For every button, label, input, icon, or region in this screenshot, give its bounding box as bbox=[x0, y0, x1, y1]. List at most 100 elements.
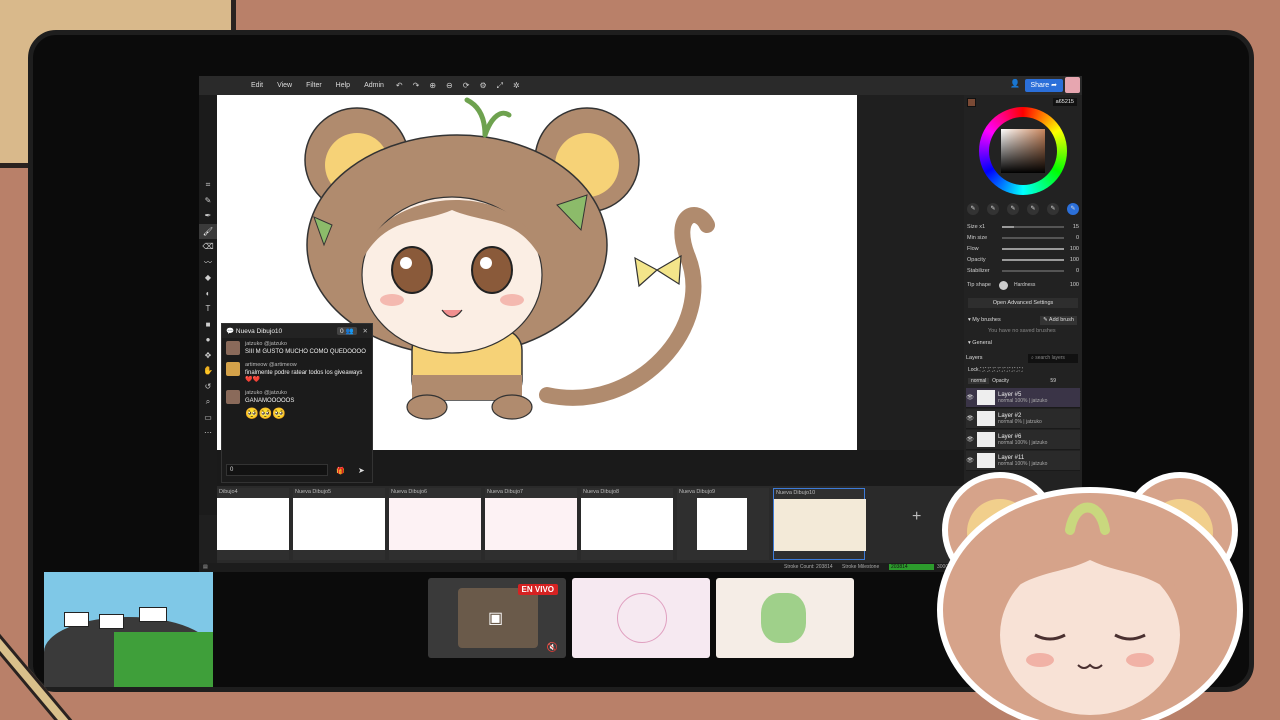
eye-icon[interactable]: 👁 bbox=[966, 394, 974, 401]
close-icon[interactable]: ✕ bbox=[363, 327, 368, 335]
brush-preset-icon[interactable]: ✎ bbox=[1067, 203, 1079, 215]
layers-search-input[interactable]: ⌕ search layers bbox=[1028, 354, 1078, 363]
send-icon[interactable]: ➤ bbox=[358, 466, 365, 475]
brush-preset-icon[interactable]: ✎ bbox=[1027, 203, 1039, 215]
drawing-thumbnail[interactable]: Nueva Dibujo6 bbox=[389, 488, 481, 560]
rectangle-icon[interactable]: ■ bbox=[199, 317, 217, 333]
eraser-icon[interactable]: ⌫ bbox=[199, 239, 217, 255]
settings-icon[interactable]: ⚙ bbox=[474, 81, 491, 90]
flow-slider[interactable]: Flow 100 bbox=[967, 244, 1079, 254]
drawing-thumbnail[interactable]: Nueva Dibujo8 bbox=[581, 488, 673, 560]
drawing-thumbnail[interactable]: Nueva Dibujo5 bbox=[293, 488, 385, 560]
layer-opacity-value[interactable]: 59 bbox=[1050, 378, 1056, 384]
stroke-count: Stroke Count: 203814 bbox=[784, 564, 833, 570]
layer-thumbnail bbox=[977, 432, 995, 447]
chat-emojis: 🥺🥺🥺 bbox=[245, 408, 287, 420]
smudge-icon[interactable]: 〰 bbox=[199, 255, 217, 271]
general-section[interactable]: ▾ General bbox=[968, 338, 1078, 348]
tool-sidebar: ⌗ ✎ ✒ 🖌 ⌫ 〰 ◆ ◐ T ■ ● ✥ ✋ ↺ ⌕ ▭ ⋯ bbox=[199, 95, 217, 515]
stroke-milestone-label: Stroke Milestone bbox=[842, 564, 880, 570]
blend-mode-select[interactable]: normal bbox=[968, 378, 990, 384]
brush-preset-icon[interactable]: ✎ bbox=[1047, 203, 1059, 215]
drawing-thumbnail-selected[interactable]: Nueva Dibujo10 bbox=[773, 488, 866, 560]
menu-view[interactable]: View bbox=[270, 82, 299, 89]
open-advanced-settings-button[interactable]: Open Advanced Settings bbox=[968, 298, 1078, 308]
chat-panel: 💬 Nueva Dibujo10 0 👥 ✕ jatzuko @jatzuko … bbox=[221, 323, 373, 483]
brush-preset-icon[interactable]: ✎ bbox=[987, 203, 999, 215]
layer-lock-row[interactable]: Lock ⛶ ⛶ ⛶ ⛶ ⛶ ⛶ ⛶ ⛶ ⛶ bbox=[968, 365, 1078, 375]
drawing-thumbnail[interactable]: Nueva Dibujo7 bbox=[485, 488, 577, 560]
add-brush-button[interactable]: ✎ Add brush bbox=[1040, 316, 1077, 325]
chat-message: jatzuko @jatzuko SIII M GUSTO MUCHO COMO… bbox=[222, 338, 372, 359]
chat-icon: 💬 bbox=[226, 328, 236, 335]
brush-preset-icon[interactable]: ✎ bbox=[1007, 203, 1019, 215]
live-preview[interactable]: EN VIVO ▣ 🔇 bbox=[428, 578, 566, 658]
opacity-slider[interactable]: Opacity 100 bbox=[967, 255, 1079, 265]
min-size-slider[interactable]: Min size 0 bbox=[967, 233, 1079, 243]
layer-item[interactable]: 👁 Layer #6 normal 100% | jatzuko bbox=[966, 430, 1080, 450]
hex-value[interactable]: a65215 bbox=[1052, 98, 1077, 106]
drawing-preview[interactable] bbox=[716, 578, 854, 658]
stroke-milestone-bar: 203814 bbox=[889, 564, 934, 570]
chat-text: SIII M GUSTO MUCHO COMO QUEDOOOO bbox=[245, 349, 366, 355]
saturation-square[interactable] bbox=[1001, 129, 1045, 173]
chat-username: jatzuko @jatzuko bbox=[245, 341, 287, 347]
ellipse-icon[interactable]: ● bbox=[199, 332, 217, 348]
status-icon[interactable]: ▤ bbox=[203, 564, 208, 570]
menu-help[interactable]: Help bbox=[329, 82, 357, 89]
drawing-thumbnail[interactable]: Dibujo4 bbox=[217, 488, 289, 560]
stabilizer-slider[interactable]: Stabilizer 0 bbox=[967, 266, 1079, 276]
comment-icon[interactable]: ▭ bbox=[199, 410, 217, 426]
add-user-icon[interactable]: 👤 bbox=[1010, 79, 1020, 88]
screen-icon[interactable]: ▣ bbox=[488, 608, 503, 628]
eye-icon[interactable]: 👁 bbox=[966, 415, 974, 422]
share-button[interactable]: Share ➦ bbox=[1024, 79, 1063, 92]
move-icon[interactable]: ✥ bbox=[199, 348, 217, 364]
mute-icon[interactable]: 🔇 bbox=[547, 642, 558, 653]
redo-icon[interactable]: ↷ bbox=[408, 81, 425, 90]
layer-item[interactable]: 👁 Layer #2 normal 0% | jatzuko bbox=[966, 409, 1080, 429]
chat-username: artimeow @artimeow bbox=[245, 362, 297, 368]
chat-avatar bbox=[226, 390, 240, 404]
drawing-thumbnail[interactable]: Nueva Dibujo9 bbox=[677, 488, 769, 560]
text-icon[interactable]: T bbox=[199, 301, 217, 317]
zoom-in-icon[interactable]: ⊕ bbox=[424, 81, 441, 90]
chat-text: GANAMOOOOOS bbox=[245, 398, 295, 404]
rotate-icon[interactable]: ⟳ bbox=[458, 81, 475, 90]
menu-edit[interactable]: Edit bbox=[244, 82, 270, 89]
size-slider[interactable]: Size x1 15 bbox=[967, 222, 1079, 232]
chat-text: finalmente podre ratear todos los giveaw… bbox=[245, 370, 363, 383]
zoom-out-icon[interactable]: ⊖ bbox=[441, 81, 458, 90]
zoom-icon[interactable]: ⌕ bbox=[199, 394, 217, 410]
drawing-preview[interactable] bbox=[572, 578, 710, 658]
undo-icon[interactable]: ↶ bbox=[391, 81, 408, 90]
eye-icon[interactable]: 👁 bbox=[966, 436, 974, 443]
avatar[interactable] bbox=[1065, 77, 1080, 93]
fullscreen-icon[interactable]: ⤢ bbox=[492, 81, 508, 91]
gradient-icon[interactable]: ◐ bbox=[199, 286, 217, 302]
pen-icon[interactable]: ✒ bbox=[199, 208, 217, 224]
primary-color-swatch[interactable] bbox=[967, 98, 976, 107]
drawings-strip: Dibujo4 Nueva Dibujo5 Nueva Dibujo6 Nuev… bbox=[217, 486, 964, 563]
crop-tool-icon[interactable]: ⌗ bbox=[199, 177, 217, 193]
fill-icon[interactable]: ◆ bbox=[199, 270, 217, 286]
rotate-canvas-icon[interactable]: ↺ bbox=[199, 379, 217, 395]
layer-blend-row[interactable]: normal Opacity 59 bbox=[968, 376, 1078, 386]
gift-icon[interactable]: 🎁 bbox=[336, 467, 345, 475]
chat-input[interactable]: 0 bbox=[226, 464, 328, 476]
webcam-panel-left bbox=[44, 572, 213, 687]
eyedropper-icon[interactable]: ✎ bbox=[199, 193, 217, 209]
add-drawing-icon[interactable]: + bbox=[912, 508, 921, 526]
tip-shape-icon[interactable] bbox=[999, 280, 1008, 290]
menu-filter[interactable]: Filter bbox=[299, 82, 329, 89]
more-icon[interactable]: ⋯ bbox=[199, 425, 217, 441]
brush-preset-icon[interactable]: ✎ bbox=[967, 203, 979, 215]
cartoon-cow bbox=[64, 612, 89, 627]
menu-admin[interactable]: Admin bbox=[357, 82, 391, 89]
hand-icon[interactable]: ✋ bbox=[199, 363, 217, 379]
layer-item[interactable]: 👁 Layer #5 normal 100% | jatzuko bbox=[966, 388, 1080, 408]
brush-icon[interactable]: 🖌 bbox=[199, 223, 217, 239]
color-wheel[interactable] bbox=[979, 107, 1067, 195]
gear-icon[interactable]: ✲ bbox=[508, 81, 525, 90]
tip-shape-row[interactable]: Tip shape Hardness 100 bbox=[967, 280, 1079, 290]
